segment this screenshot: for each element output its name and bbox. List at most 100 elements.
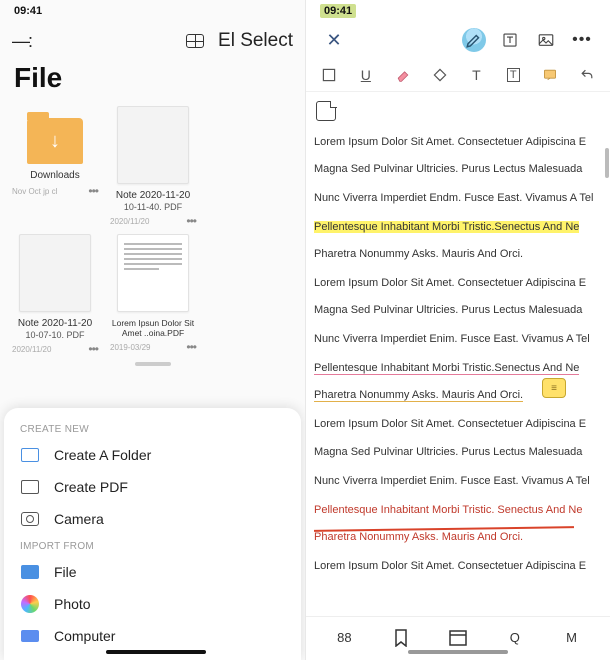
grid-view-icon[interactable] bbox=[186, 34, 204, 48]
home-indicator[interactable] bbox=[408, 650, 508, 654]
editor-sub-toolbar: U T T bbox=[306, 58, 610, 92]
document-line[interactable]: Pellentesque Inhabitant Morbi Tristic.Se… bbox=[314, 362, 579, 375]
document-line[interactable]: Magna Sed Pulvinar Ultricies. Purus Lect… bbox=[314, 304, 582, 316]
page-title: File bbox=[0, 58, 305, 104]
document-line[interactable]: Lorem Ipsum Dolor Sit Amet. Consectetuer… bbox=[314, 418, 586, 430]
create-new-label: CREATE NEW bbox=[4, 418, 301, 439]
more-button[interactable]: ••• bbox=[564, 24, 600, 56]
file-grid: Downloads Nov Oct jp cl ••• Note 2020-11… bbox=[0, 104, 305, 356]
document-content[interactable]: Lorem Ipsum Dolor Sit Amet. Consectetuer… bbox=[306, 130, 610, 570]
file-meta: 2020/11/20 ••• bbox=[8, 340, 102, 356]
file-name: Downloads bbox=[8, 170, 102, 182]
comment-annotation[interactable] bbox=[542, 378, 566, 398]
import-file-row[interactable]: File bbox=[4, 556, 301, 588]
document-line[interactable]: Pharetra Nonummy Asks. Mauris And Orci. bbox=[314, 531, 523, 543]
document-line[interactable]: Nunc Viverra Imperdiet Enim. Fusce East.… bbox=[314, 475, 590, 487]
page-view-icon bbox=[449, 630, 467, 646]
shape-tool-button[interactable] bbox=[425, 61, 455, 89]
comment-icon bbox=[542, 67, 558, 83]
folder-icon bbox=[27, 118, 83, 164]
import-photo-row[interactable]: Photo bbox=[4, 588, 301, 620]
file-meta: Nov Oct jp cl ••• bbox=[8, 182, 102, 198]
file-name: Lorem Ipsun Dolor Sit Amet ..oina.PDF bbox=[106, 318, 200, 338]
camera-row[interactable]: Camera bbox=[4, 503, 301, 535]
file-item[interactable]: Note 2020-11-20 10-11-40. PDF 2020/11/20… bbox=[106, 104, 200, 228]
diamond-icon bbox=[432, 67, 448, 83]
import-computer-row[interactable]: Computer bbox=[4, 620, 301, 652]
eraser-tool-button[interactable] bbox=[388, 61, 418, 89]
file-name: Note 2020-11-20 bbox=[8, 318, 102, 330]
underline-tool-button[interactable]: U bbox=[351, 61, 381, 89]
close-icon: ✕ bbox=[326, 30, 341, 51]
file-subtitle: 10-07-10. PDF bbox=[25, 330, 84, 340]
text-tool-button[interactable] bbox=[492, 24, 528, 56]
document-line[interactable]: Pellentesque Inhabitant Morbi Tristic. S… bbox=[314, 504, 582, 516]
undo-button[interactable] bbox=[572, 61, 602, 89]
underline-icon: U bbox=[361, 67, 371, 83]
text-insert-button[interactable]: T bbox=[461, 61, 491, 89]
pdf-icon bbox=[20, 477, 40, 497]
create-folder-row[interactable]: Create A Folder bbox=[4, 439, 301, 471]
scrollbar-thumb[interactable] bbox=[605, 148, 609, 178]
comment-tool-button[interactable] bbox=[535, 61, 565, 89]
image-icon bbox=[537, 31, 555, 49]
image-tool-button[interactable] bbox=[528, 24, 564, 56]
text-box-t-icon: T bbox=[507, 68, 520, 82]
document-line[interactable]: Pellentesque Inhabitant Morbi Tristic.Se… bbox=[314, 221, 579, 233]
home-indicator[interactable] bbox=[106, 650, 206, 654]
menu-icon[interactable]: —: bbox=[12, 31, 31, 52]
more-icon: ••• bbox=[572, 31, 592, 49]
folder-plus-icon bbox=[20, 445, 40, 465]
pen-tool-button[interactable] bbox=[456, 24, 492, 56]
bookmark-button[interactable] bbox=[381, 629, 421, 647]
document-line[interactable]: Pharetra Nonummy Asks. Mauris And Orci. bbox=[314, 248, 523, 260]
menu-button[interactable]: M bbox=[552, 630, 592, 645]
doc-thumb-icon bbox=[117, 106, 189, 184]
status-bar-right: 09:41 bbox=[306, 0, 610, 22]
bookmark-icon bbox=[394, 629, 408, 647]
file-icon bbox=[20, 562, 40, 582]
file-browser-panel: 09:41 —: El Select File Downloads Nov Oc… bbox=[0, 0, 305, 660]
document-line[interactable]: Lorem Ipsum Dolor Sit Amet. Consectetuer… bbox=[314, 560, 586, 570]
close-button[interactable]: ✕ bbox=[316, 24, 352, 56]
view-mode-button[interactable] bbox=[438, 630, 478, 646]
file-item[interactable]: Note 2020-11-20 10-07-10. PDF 2020/11/20… bbox=[8, 232, 102, 356]
page-number[interactable]: 88 bbox=[324, 630, 364, 645]
status-time: 09:41 bbox=[320, 4, 356, 18]
status-time: 09:41 bbox=[14, 5, 42, 17]
text-box-button[interactable]: T bbox=[498, 61, 528, 89]
status-bar-left: 09:41 bbox=[0, 0, 305, 22]
document-line[interactable]: Nunc Viverra Imperdiet Enim. Fusce East.… bbox=[314, 333, 590, 345]
file-subtitle: 10-11-40. PDF bbox=[124, 202, 182, 212]
select-tool-button[interactable] bbox=[314, 61, 344, 89]
note-icon[interactable] bbox=[316, 101, 336, 121]
more-icon[interactable]: ••• bbox=[186, 340, 196, 354]
file-meta: 2020/11/20 ••• bbox=[106, 212, 200, 228]
file-item[interactable]: Lorem Ipsun Dolor Sit Amet ..oina.PDF 20… bbox=[106, 232, 200, 356]
create-pdf-row[interactable]: Create PDF bbox=[4, 471, 301, 503]
document-line[interactable]: Lorem Ipsum Dolor Sit Amet. Consectetuer… bbox=[314, 136, 586, 148]
rect-icon bbox=[321, 67, 337, 83]
select-label[interactable]: El Select bbox=[218, 30, 293, 52]
pen-icon bbox=[462, 28, 486, 52]
undo-icon bbox=[579, 67, 595, 83]
document-line[interactable]: Magna Sed Pulvinar Ultricies. Purus Lect… bbox=[314, 163, 582, 175]
more-icon[interactable]: ••• bbox=[88, 342, 98, 356]
document-line[interactable]: Lorem Ipsum Dolor Sit Amet. Consectetuer… bbox=[314, 277, 586, 289]
more-icon[interactable]: ••• bbox=[88, 184, 98, 198]
more-icon[interactable]: ••• bbox=[186, 214, 196, 228]
create-import-sheet: CREATE NEW Create A Folder Create PDF Ca… bbox=[4, 408, 301, 660]
search-button[interactable]: Q bbox=[495, 630, 535, 645]
document-line[interactable]: Pharetra Nonummy Asks. Mauris And Orci. bbox=[314, 389, 523, 402]
file-item-downloads[interactable]: Downloads Nov Oct jp cl ••• bbox=[8, 104, 102, 228]
import-from-label: IMPORT FROM bbox=[4, 535, 301, 556]
document-line[interactable]: Magna Sed Pulvinar Ultricies. Purus Lect… bbox=[314, 446, 582, 458]
note-row bbox=[306, 92, 610, 130]
document-line[interactable]: Nunc Viverra Imperdiet Endm. Fusce East.… bbox=[314, 192, 593, 204]
file-meta: 2019-03/29 ••• bbox=[106, 338, 200, 354]
doc-thumb-icon bbox=[117, 234, 189, 312]
pdf-editor-panel: 09:41 ✕ ••• U T T Lorem Ipsum Dolor Sit … bbox=[305, 0, 610, 660]
computer-icon bbox=[20, 626, 40, 646]
sheet-handle-icon[interactable] bbox=[135, 362, 171, 366]
photo-icon bbox=[20, 594, 40, 614]
